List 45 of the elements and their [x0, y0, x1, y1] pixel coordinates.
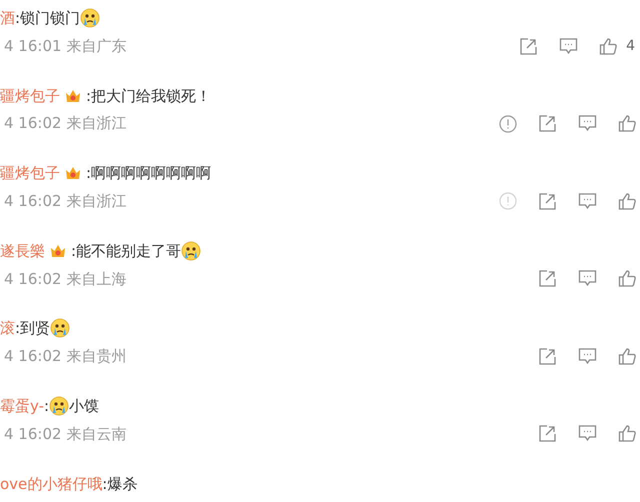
share-icon[interactable] [538, 192, 557, 211]
comment-meta: 4 16:02 来自贵州 [3, 346, 126, 368]
comment-icon[interactable] [578, 269, 597, 288]
like-icon[interactable] [618, 424, 637, 444]
like-count: 4 [626, 36, 635, 56]
comment-text: :爆杀 [102, 474, 138, 495]
comment-text: :锁门锁门 [15, 8, 80, 29]
comment-icon[interactable] [578, 424, 597, 444]
user-name[interactable]: ove的小猪仔哦 [0, 472, 102, 495]
comment-meta: 4 16:02 来自上海 [3, 268, 126, 290]
comment-icon[interactable] [559, 36, 578, 56]
crying-face-icon [49, 396, 70, 416]
share-icon[interactable] [519, 36, 538, 56]
crying-face-icon [80, 8, 100, 28]
comment-meta: 4 16:01 来自广东 [3, 36, 126, 57]
comment-text: :能不能别走了哥 [71, 240, 182, 262]
user-name[interactable]: 滚 [0, 317, 15, 340]
like-icon[interactable] [618, 114, 637, 134]
user-name[interactable]: 酒 [0, 7, 15, 29]
comment-icon[interactable] [578, 346, 597, 366]
comment-text: 小馍 [69, 396, 100, 417]
comment-icon[interactable] [578, 192, 597, 211]
like-icon[interactable] [599, 36, 618, 56]
share-icon[interactable] [538, 114, 557, 134]
share-icon[interactable] [538, 269, 557, 288]
report-icon[interactable] [499, 114, 517, 133]
comment-text: :到贤 [15, 318, 50, 340]
crying-face-icon [181, 240, 202, 261]
like-icon[interactable] [618, 192, 637, 211]
comment-icon[interactable] [578, 114, 597, 134]
share-icon[interactable] [538, 424, 557, 444]
user-name[interactable]: 遂長樂 [0, 240, 45, 262]
comment-text: :把大门给我锁死！ [86, 86, 212, 107]
user-name[interactable]: 疆烤包子 [0, 162, 60, 184]
comment-meta: 4 16:02 来自云南 [3, 424, 126, 445]
comment-meta: 4 16:02 来自浙江 [3, 190, 126, 212]
comment-text: :啊啊啊啊啊啊啊啊 [86, 163, 212, 184]
like-icon[interactable] [618, 346, 637, 366]
share-icon[interactable] [538, 346, 557, 366]
user-name[interactable]: 疆烤包子 [0, 84, 60, 107]
comment-meta: 4 16:02 来自浙江 [3, 113, 126, 134]
comment-text: : [44, 396, 50, 417]
like-icon[interactable] [618, 269, 637, 288]
crying-face-icon [50, 318, 70, 338]
user-name[interactable]: 霉蛋y- [0, 394, 44, 417]
